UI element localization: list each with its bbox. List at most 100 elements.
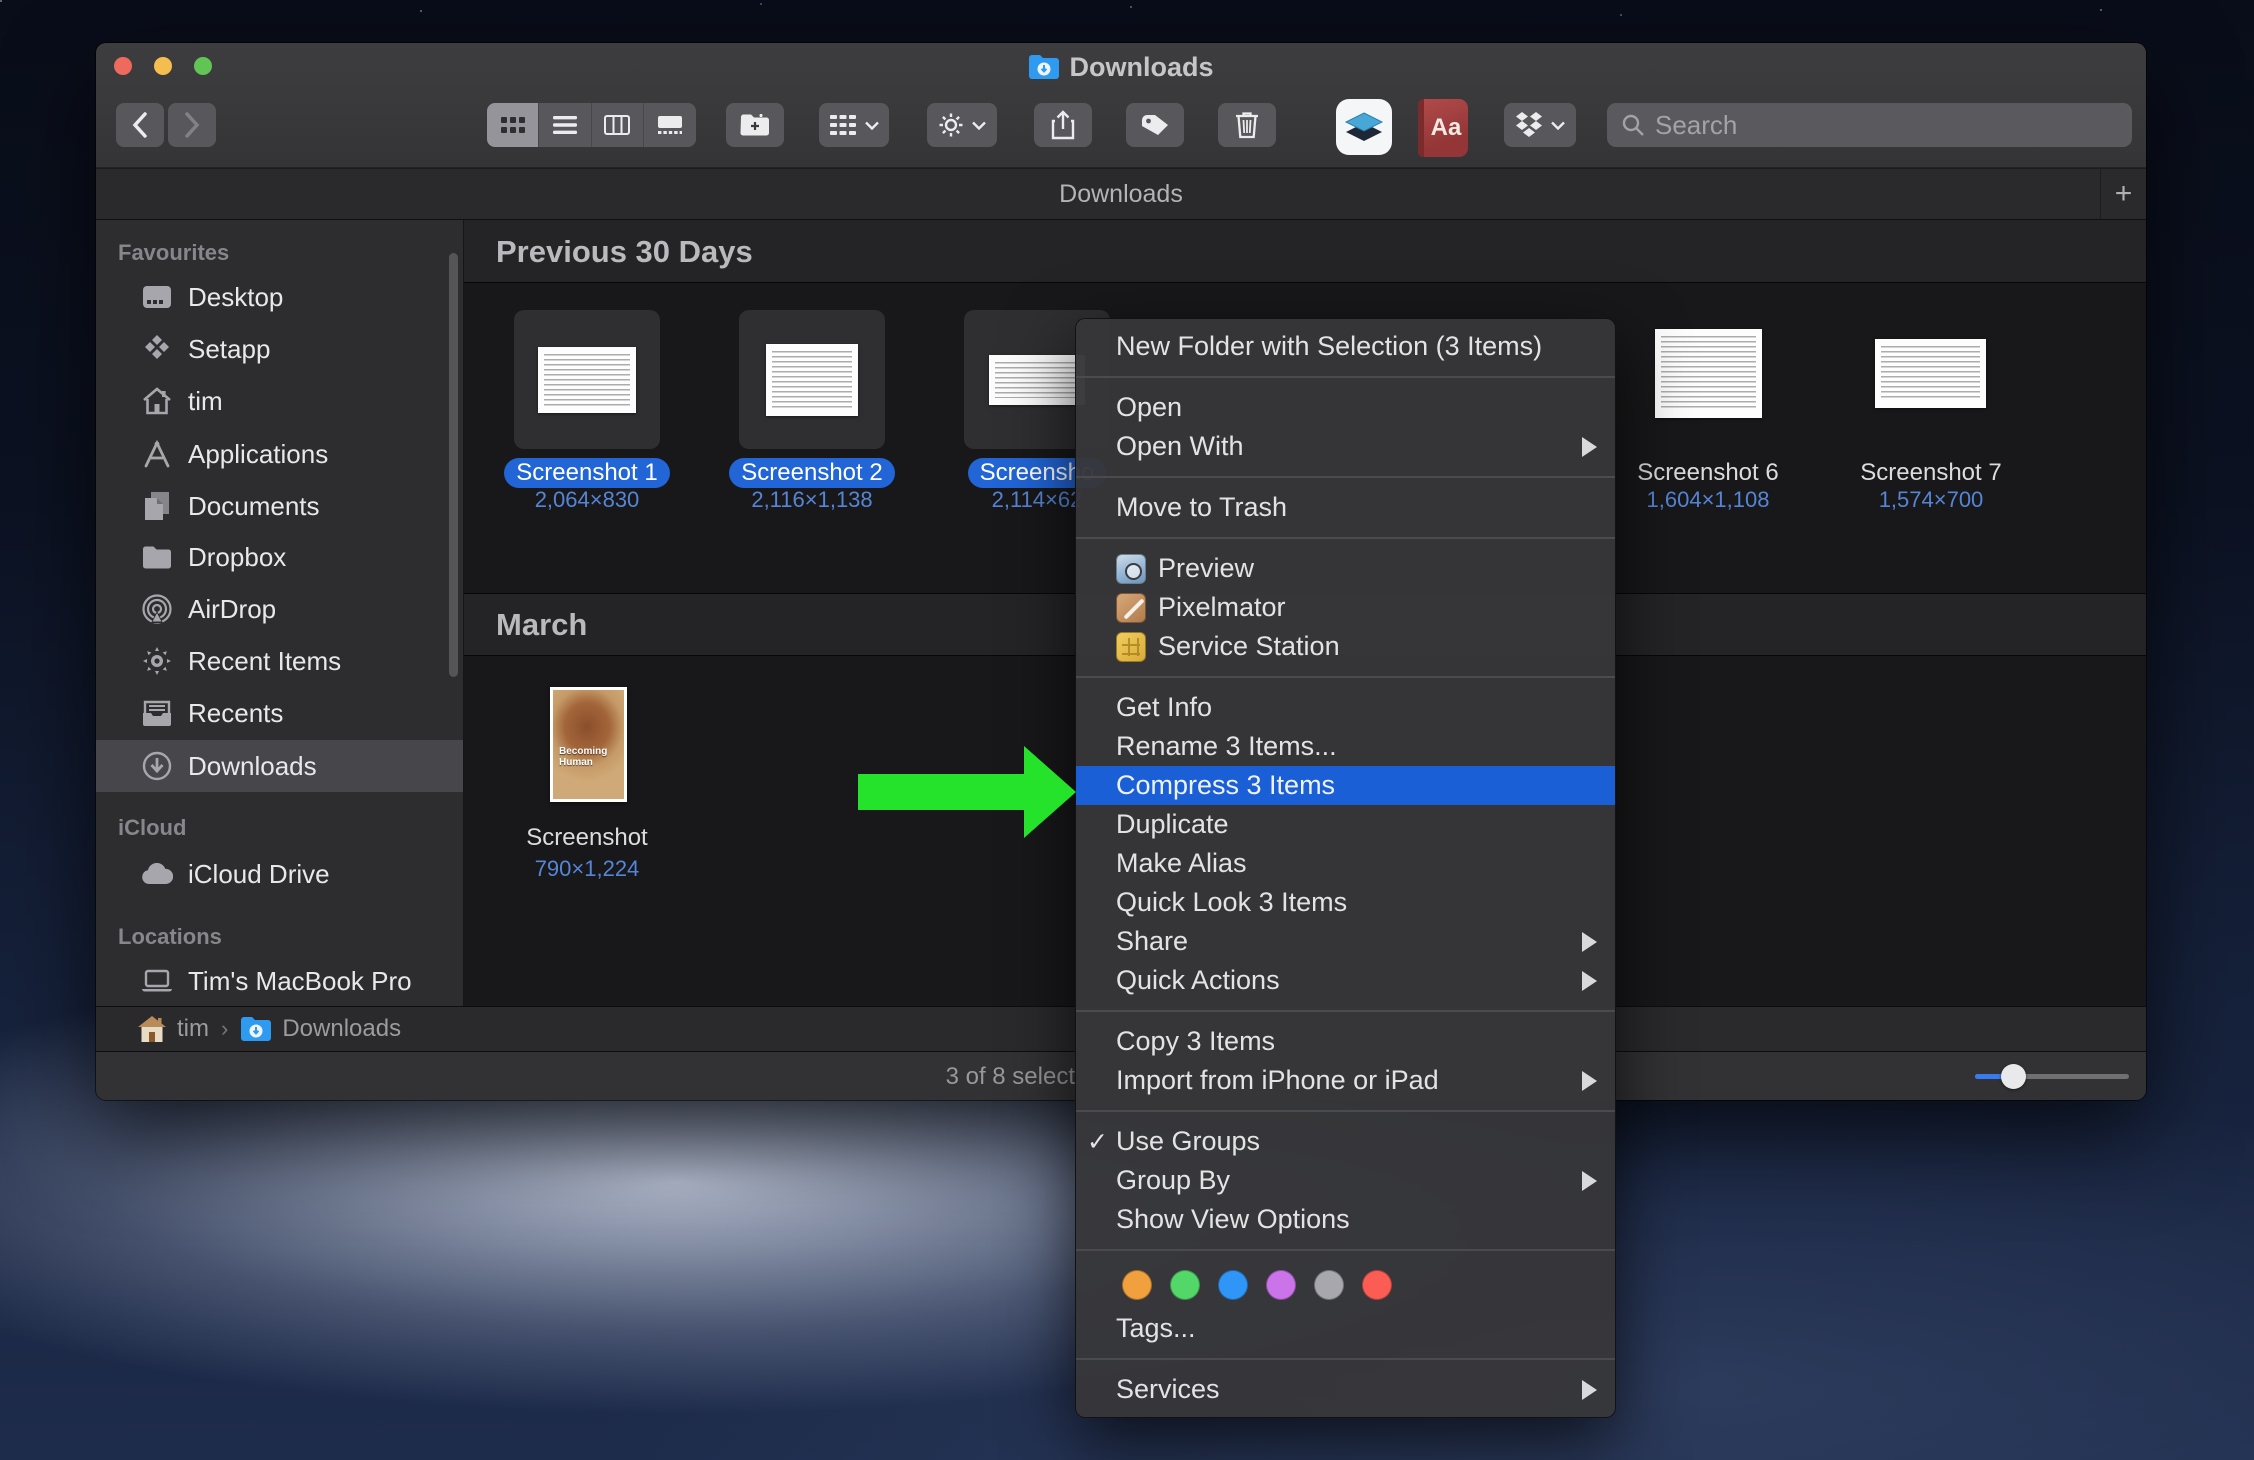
menu-item-open-with[interactable]: Open With bbox=[1076, 427, 1615, 466]
window-chrome: Downloads Aa Search bbox=[96, 43, 2146, 168]
menu-item-service-station[interactable]: Service Station bbox=[1076, 627, 1615, 666]
tag-purple[interactable] bbox=[1266, 1270, 1296, 1300]
sidebar-item-dropbox-folder[interactable]: Dropbox bbox=[96, 531, 463, 583]
home-icon bbox=[140, 384, 174, 418]
gallery-view-button[interactable] bbox=[644, 103, 696, 147]
view-switcher bbox=[487, 103, 696, 147]
tag-green[interactable] bbox=[1170, 1270, 1200, 1300]
group-by-button[interactable] bbox=[819, 103, 889, 147]
sidebar-scrollbar[interactable] bbox=[449, 253, 458, 677]
sidebar-item-label: AirDrop bbox=[188, 593, 277, 624]
breadcrumb-home[interactable]: tim bbox=[137, 1015, 209, 1043]
menu-item-duplicate[interactable]: Duplicate bbox=[1076, 805, 1615, 844]
sidebar-item-home-tim[interactable]: tim bbox=[96, 375, 463, 427]
file-screenshot-7[interactable] bbox=[1875, 339, 1986, 408]
sidebar-item-label: iCloud Drive bbox=[188, 858, 330, 889]
cloud-icon bbox=[140, 857, 174, 891]
tab-bar: Downloads + bbox=[96, 169, 2146, 220]
breadcrumb-downloads[interactable]: Downloads bbox=[240, 1015, 401, 1043]
sidebar-item-desktop[interactable]: Desktop bbox=[96, 271, 463, 323]
file-screenshot-march[interactable]: Becoming Human bbox=[550, 687, 627, 802]
wallpaper-stars bbox=[0, 0, 2, 2]
submenu-arrow-icon bbox=[1582, 436, 1597, 457]
desktop: { "titlebar": { "title": "Downloads" }, … bbox=[0, 0, 2254, 1460]
checkmark-icon: ✓ bbox=[1087, 1127, 1108, 1156]
tag-gray[interactable] bbox=[1314, 1270, 1344, 1300]
menu-item-services[interactable]: Services bbox=[1076, 1370, 1615, 1409]
menu-item-quick-actions[interactable]: Quick Actions bbox=[1076, 961, 1615, 1000]
tag-blue[interactable] bbox=[1218, 1270, 1248, 1300]
menu-item-tags[interactable]: Tags... bbox=[1076, 1309, 1615, 1348]
menu-item-share[interactable]: Share bbox=[1076, 922, 1615, 961]
menu-item-new-folder-with-selection[interactable]: New Folder with Selection (3 Items) bbox=[1076, 327, 1615, 366]
dropbox-toolbar-button[interactable] bbox=[1504, 103, 1576, 147]
menu-item-copy-3-items[interactable]: Copy 3 Items bbox=[1076, 1022, 1615, 1061]
sidebar-item-label: Dropbox bbox=[188, 541, 287, 572]
file-thumbnail bbox=[989, 354, 1085, 405]
tag-orange[interactable] bbox=[1122, 1270, 1152, 1300]
sidebar-item-recent-items[interactable]: Recent Items bbox=[96, 635, 463, 687]
service-station-app-icon[interactable] bbox=[1336, 99, 1392, 155]
chevron-down-icon bbox=[1551, 121, 1565, 130]
file-label-screenshot-march[interactable]: Screenshot bbox=[477, 823, 697, 853]
sidebar-item-macbook-pro[interactable]: Tim's MacBook Pro bbox=[96, 955, 463, 1007]
menu-item-pixelmator[interactable]: Pixelmator bbox=[1076, 588, 1615, 627]
tab-downloads[interactable]: Downloads bbox=[1059, 180, 1183, 209]
menu-item-group-by[interactable]: Group By bbox=[1076, 1161, 1615, 1200]
window-title-area: Downloads bbox=[96, 51, 2146, 83]
menu-item-show-view-options[interactable]: Show View Options bbox=[1076, 1200, 1615, 1239]
trash-button[interactable] bbox=[1218, 103, 1276, 147]
group-header-previous-30-days: Previous 30 Days bbox=[464, 220, 2146, 283]
menu-separator bbox=[1076, 1010, 1615, 1012]
new-tab-button[interactable]: + bbox=[2100, 169, 2146, 219]
menu-item-move-to-trash[interactable]: Move to Trash bbox=[1076, 488, 1615, 527]
sidebar-item-applications[interactable]: Applications bbox=[96, 428, 463, 480]
sidebar-item-setapp[interactable]: Setapp bbox=[96, 323, 463, 375]
menu-item-import-from-iphone-or-ipad[interactable]: Import from iPhone or iPad bbox=[1076, 1061, 1615, 1100]
menu-item-compress-3-items[interactable]: Compress 3 Items bbox=[1076, 766, 1615, 805]
sidebar-header-favourites: Favourites bbox=[118, 240, 230, 265]
file-label-screenshot-6[interactable]: Screenshot 6 bbox=[1598, 458, 1818, 488]
icon-view-button[interactable] bbox=[487, 103, 540, 147]
menu-item-get-info[interactable]: Get Info bbox=[1076, 688, 1615, 727]
menu-item-make-alias[interactable]: Make Alias bbox=[1076, 844, 1615, 883]
menu-item-quick-look-3-items[interactable]: Quick Look 3 Items bbox=[1076, 883, 1615, 922]
file-screenshot-1[interactable] bbox=[514, 310, 660, 449]
column-view-button[interactable] bbox=[592, 103, 644, 147]
menu-item-open[interactable]: Open bbox=[1076, 388, 1615, 427]
sidebar-header-locations: Locations bbox=[118, 924, 222, 949]
menu-separator bbox=[1076, 1358, 1615, 1360]
sidebar-item-airdrop[interactable]: AirDrop bbox=[96, 583, 463, 635]
tag-red[interactable] bbox=[1362, 1270, 1392, 1300]
window-title: Downloads bbox=[1069, 51, 1214, 82]
icon-size-slider[interactable] bbox=[1975, 1064, 2129, 1089]
share-button[interactable] bbox=[1034, 103, 1092, 147]
breadcrumb-separator: › bbox=[221, 1016, 229, 1041]
sidebar-item-documents[interactable]: Documents bbox=[96, 480, 463, 532]
forward-button[interactable] bbox=[168, 103, 216, 147]
menu-item-rename-3-items[interactable]: Rename 3 Items... bbox=[1076, 727, 1615, 766]
slider-knob[interactable] bbox=[2001, 1064, 2026, 1089]
sidebar-item-recents[interactable]: Recents bbox=[96, 687, 463, 739]
file-label-screenshot-7[interactable]: Screenshot 7 bbox=[1821, 458, 2041, 488]
sidebar-item-icloud-drive[interactable]: iCloud Drive bbox=[96, 848, 463, 900]
action-gear-button[interactable] bbox=[927, 103, 997, 147]
file-thumbnail: Becoming Human bbox=[553, 690, 624, 799]
tag-button[interactable] bbox=[1126, 103, 1184, 147]
search-field[interactable] bbox=[1607, 103, 2132, 147]
search-input[interactable] bbox=[1655, 109, 2118, 141]
sidebar-item-downloads[interactable]: Downloads bbox=[96, 740, 463, 792]
menu-item-preview[interactable]: Preview bbox=[1076, 549, 1615, 588]
file-screenshot-6[interactable] bbox=[1655, 329, 1762, 418]
menu-separator bbox=[1076, 1249, 1615, 1251]
file-label-screenshot-2[interactable]: Screenshot 2 bbox=[702, 458, 922, 488]
new-folder-button[interactable] bbox=[726, 103, 784, 147]
dictionary-app-icon[interactable]: Aa bbox=[1418, 99, 1468, 157]
file-label-screenshot-1[interactable]: Screenshot 1 bbox=[477, 458, 697, 488]
file-screenshot-2[interactable] bbox=[739, 310, 885, 449]
menu-separator bbox=[1076, 476, 1615, 478]
file-thumbnail bbox=[766, 343, 858, 416]
back-button[interactable] bbox=[116, 103, 164, 147]
menu-item-use-groups[interactable]: ✓ Use Groups bbox=[1076, 1122, 1615, 1161]
list-view-button[interactable] bbox=[539, 103, 592, 147]
